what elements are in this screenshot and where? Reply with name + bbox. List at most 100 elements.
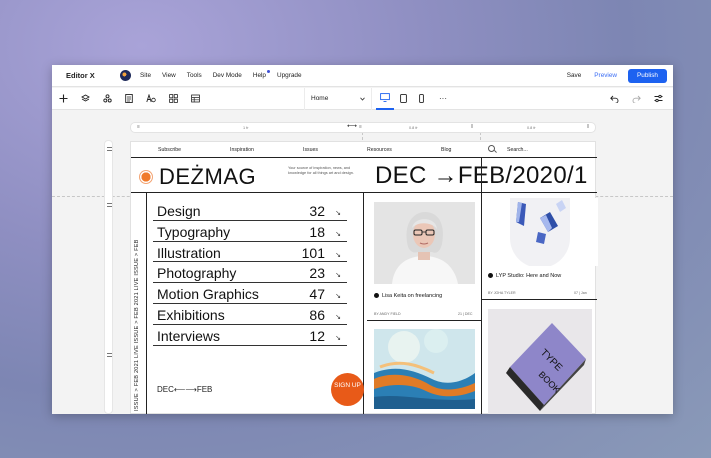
category-count: 101 — [301, 244, 325, 261]
portrait-image[interactable] — [374, 202, 475, 284]
logo-mark — [139, 170, 153, 184]
publish-button[interactable]: Publish — [628, 68, 667, 83]
menu-view[interactable]: View — [162, 72, 176, 79]
column-handle-icon[interactable]: ‖ — [587, 124, 589, 130]
card-title-text: Lisa Keita on freelancing — [382, 293, 443, 299]
nav-blog[interactable]: Blog — [441, 147, 451, 153]
undo-icon[interactable] — [603, 88, 625, 110]
category-row[interactable]: Exhibitions 86 ↘ — [153, 304, 347, 325]
card-title[interactable]: LYP Studio: Here and Now — [488, 273, 561, 279]
site-tagline: Your source of inspiration, news, and kn… — [288, 166, 354, 175]
top-bar: Editor X Site View Tools Dev Mode Help U… — [52, 65, 673, 87]
editor-canvas[interactable]: ≡ 1 fr ⟷ ≡ 0.8 fr ‖ 0.8 fr ‖ Subscribe I… — [52, 110, 673, 414]
category-name: Typography — [157, 223, 231, 240]
category-row[interactable]: Photography 23 ↘ — [153, 262, 347, 284]
sign-up-button[interactable]: SIGN UP — [331, 373, 364, 406]
menu-dev-mode[interactable]: Dev Mode — [213, 72, 242, 79]
bullet-icon — [488, 273, 493, 279]
book-image[interactable]: TYPE BOOK — [488, 309, 592, 414]
redo-icon[interactable] — [625, 88, 647, 110]
abstract-art-image[interactable] — [374, 329, 475, 409]
card-date: 21 | DEC — [458, 312, 473, 316]
save-button[interactable]: Save — [567, 72, 582, 79]
category-name: Interviews — [157, 327, 221, 344]
arrow-down-right-icon: ↘ — [335, 272, 341, 280]
mobile-icon[interactable] — [412, 88, 430, 110]
site-logo[interactable]: DEŻMAG — [159, 164, 256, 190]
column-handle-icon[interactable]: ≡ — [359, 124, 362, 130]
brand-name: Editor X — [66, 71, 95, 80]
category-count: 86 — [309, 306, 325, 323]
apps-icon[interactable] — [96, 88, 118, 110]
category-row[interactable]: Design 32 ↘ — [153, 200, 347, 221]
search-icon[interactable] — [488, 145, 495, 152]
add-icon[interactable] — [52, 88, 74, 110]
ruler-handle[interactable] — [107, 203, 112, 207]
column-handle-icon[interactable]: ≡ — [137, 124, 140, 130]
column-size-2: 0.8 fr — [409, 126, 418, 130]
category-name: Design — [157, 203, 201, 219]
nav-subscribe[interactable]: Subscribe — [158, 147, 181, 153]
card-author: BY ANDY FIELD — [374, 312, 401, 316]
site-preview[interactable]: Subscribe Inspiration Issues Resources B… — [130, 141, 598, 414]
menu-help[interactable]: Help — [252, 70, 270, 79]
page-selector[interactable]: Home — [304, 87, 372, 110]
nav-issues[interactable]: Issues — [303, 147, 318, 153]
vertical-grid-ruler[interactable] — [104, 140, 113, 414]
menu-upgrade[interactable]: Upgrade — [277, 72, 302, 79]
toolbar: Home ··· — [52, 87, 673, 110]
divider — [482, 299, 597, 300]
layers-icon[interactable] — [74, 88, 96, 110]
device-switcher: ··· — [376, 88, 456, 110]
crystal-image[interactable] — [488, 198, 598, 266]
chevron-down-icon — [360, 97, 365, 101]
category-count: 32 — [309, 203, 325, 219]
category-row[interactable]: Typography 18 ↘ — [153, 221, 347, 242]
nav-inspiration[interactable]: Inspiration — [230, 147, 254, 153]
category-row[interactable]: Interviews 12 ↘ — [153, 325, 347, 346]
column-handle-icon[interactable]: ‖ — [471, 124, 473, 130]
arrow-down-right-icon: ↘ — [335, 334, 341, 342]
category-row[interactable]: Motion Graphics 47 ↘ — [153, 283, 347, 304]
resize-arrows-icon[interactable]: ⟷ — [347, 122, 357, 130]
category-list: Design 32 ↘ Typography 18 ↘ Illustration… — [153, 200, 347, 346]
menu-site[interactable]: Site — [140, 72, 151, 79]
category-row[interactable]: Illustration 101 ↘ — [153, 242, 347, 263]
pages-icon[interactable] — [118, 88, 140, 110]
notification-dot — [266, 70, 270, 73]
more-options-button[interactable]: ··· — [430, 88, 456, 110]
menu-tools[interactable]: Tools — [187, 72, 202, 79]
ruler-handle[interactable] — [107, 353, 112, 357]
ruler-handle[interactable] — [107, 147, 112, 151]
column-divider — [481, 158, 482, 414]
page-selector-label: Home — [311, 95, 329, 102]
preview-button[interactable]: Preview — [594, 72, 617, 79]
table-icon[interactable] — [184, 88, 206, 110]
column-size-1: 1 fr — [243, 126, 249, 130]
arrow-down-right-icon: ↘ — [335, 293, 341, 301]
editor-window: Editor X Site View Tools Dev Mode Help U… — [52, 65, 673, 414]
menu-help-label: Help — [252, 72, 266, 79]
site-search-input[interactable]: Search... — [507, 147, 528, 153]
category-count: 47 — [309, 286, 325, 303]
bullet-icon — [374, 293, 379, 299]
arrow-down-right-icon: ↘ — [335, 251, 341, 259]
tablet-icon[interactable] — [394, 88, 412, 110]
divider — [131, 192, 597, 193]
card-title[interactable]: Lisa Keita on freelancing — [374, 293, 442, 299]
grid-column-header[interactable]: ≡ 1 fr ⟷ ≡ 0.8 fr ‖ 0.8 fr ‖ — [130, 122, 596, 133]
ticker-text: ISSUE > FEB 2021 LIVE ISSUE > FEB 2021 L… — [134, 239, 140, 411]
divider — [367, 320, 481, 321]
category-count: 18 — [309, 223, 325, 240]
site-avatar[interactable] — [120, 70, 131, 81]
settings-sliders-icon[interactable] — [647, 88, 669, 110]
category-count: 23 — [309, 265, 325, 282]
nav-resources[interactable]: Resources — [367, 147, 392, 153]
grid-icon[interactable] — [162, 88, 184, 110]
text-styles-icon[interactable] — [140, 88, 162, 110]
column-divider — [363, 193, 364, 414]
vertical-ticker: ISSUE > FEB 2021 LIVE ISSUE > FEB 2021 L… — [131, 193, 147, 414]
site-nav: Subscribe Inspiration Issues Resources B… — [131, 142, 597, 158]
desktop-icon[interactable] — [376, 88, 394, 110]
date-range-label: DEC⟵⟶FEB — [157, 385, 213, 394]
